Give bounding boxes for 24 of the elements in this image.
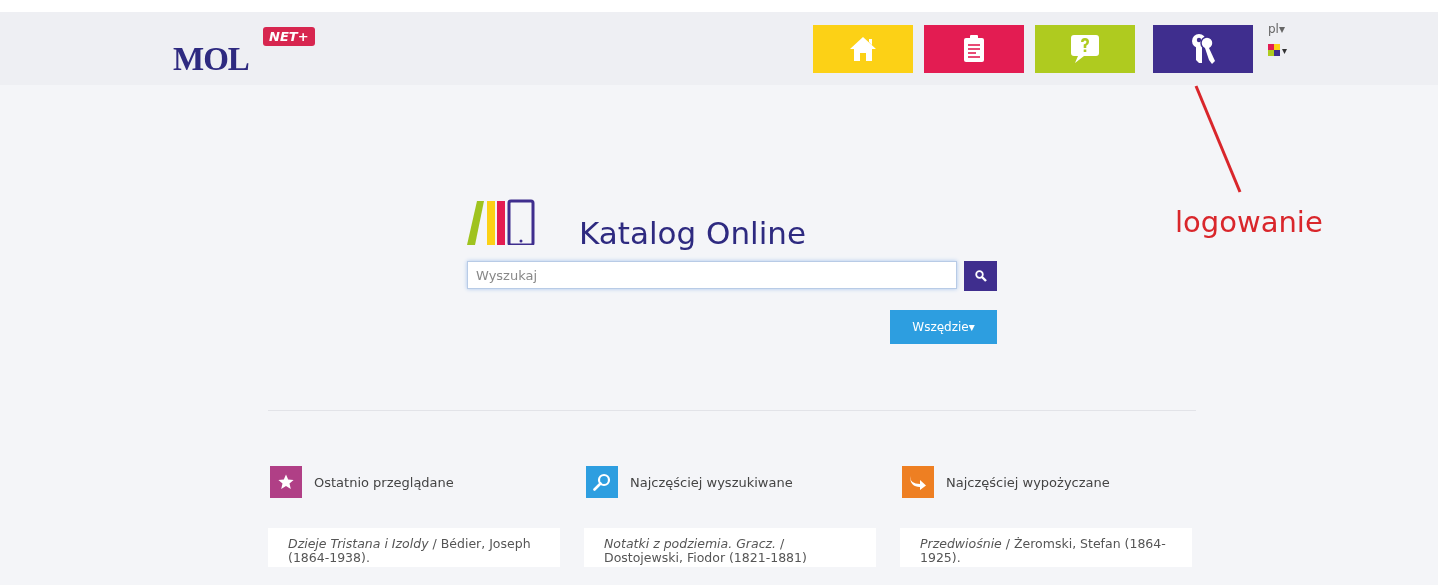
- clipboard-button[interactable]: [924, 24, 1024, 73]
- search-icon: [974, 270, 987, 282]
- search-button[interactable]: [964, 261, 997, 291]
- color-squares-icon[interactable]: [1268, 44, 1280, 56]
- star-icon: [278, 474, 294, 490]
- catalog-title: Katalog Online: [579, 218, 807, 249]
- book-card[interactable]: Notatki z podziemia. Gracz. / Dostojewski, Fiodor (1821-1881): [584, 528, 876, 567]
- annotation-label: logowanie: [1175, 205, 1323, 239]
- section-title: Najczęściej wyszukiwane: [630, 474, 793, 490]
- search-field[interactable]: Wyszukaj: [467, 261, 957, 289]
- house-icon: [849, 35, 877, 62]
- logo-badge: NET+: [263, 27, 315, 46]
- login-button[interactable]: [1153, 24, 1253, 73]
- book-card[interactable]: Dzieje Tristana i Izoldy / Bédier, Joseph (1864-1938).: [268, 528, 560, 567]
- book-card[interactable]: Przedwiośnie / Żeromski, Stefan (1864-1925).: [900, 528, 1192, 567]
- clipboard-icon: [963, 34, 985, 63]
- search-icon: [593, 473, 611, 491]
- section-title: Najczęściej wypożyczane: [946, 474, 1110, 490]
- language-selector[interactable]: pl▾: [1268, 22, 1438, 36]
- speech-bubble-icon: [1070, 33, 1100, 64]
- logo[interactable]: MOL: [173, 41, 249, 77]
- section-title: Ostatnio przeglądane: [314, 474, 454, 490]
- caret-icon[interactable]: ▾: [1282, 44, 1288, 56]
- keys-icon: [1190, 32, 1216, 65]
